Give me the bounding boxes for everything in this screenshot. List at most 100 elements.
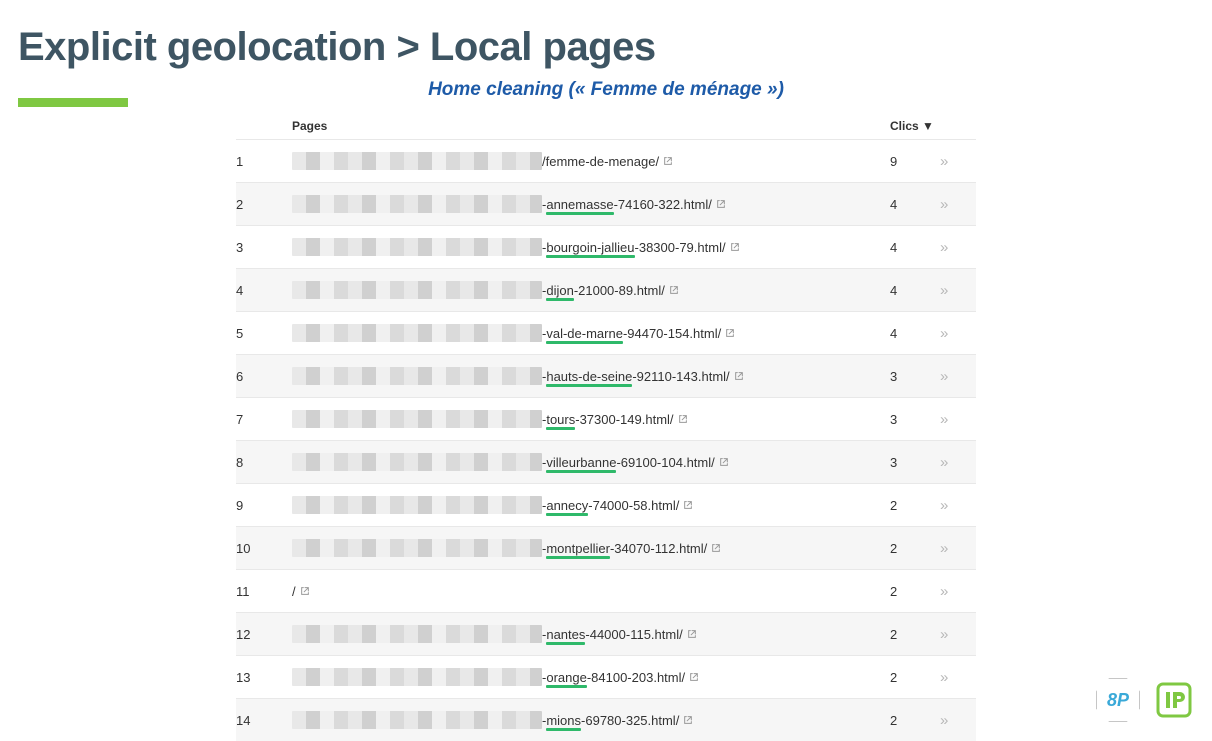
table-row: 4-dijon-21000-89.html/4» — [236, 268, 976, 311]
page-url-text[interactable]: -annecy-74000-58.html/ — [542, 498, 679, 513]
logo-8p: 8P — [1096, 678, 1140, 722]
page-url-cell[interactable]: -hauts-de-seine-92110-143.html/ — [292, 367, 890, 385]
page-url-cell[interactable]: -bourgoin-jallieu-38300-79.html/ — [292, 238, 890, 256]
external-link-icon[interactable] — [725, 328, 735, 338]
page-url-cell[interactable]: -montpellier-34070-112.html/ — [292, 539, 890, 557]
highlight-underline — [546, 513, 588, 516]
subtitle: Home cleaning (« Femme de ménage ») — [0, 79, 1212, 101]
redacted-segment — [292, 539, 542, 557]
expand-row-icon[interactable]: » — [940, 454, 976, 471]
highlight-underline — [546, 341, 623, 344]
table-row: 11/2» — [236, 569, 976, 612]
clics-value: 4 — [890, 197, 940, 212]
page-url-cell[interactable]: -villeurbanne-69100-104.html/ — [292, 453, 890, 471]
clics-value: 2 — [890, 670, 940, 685]
row-index: 6 — [236, 369, 292, 384]
external-link-icon[interactable] — [683, 715, 693, 725]
clics-value: 9 — [890, 154, 940, 169]
page-url-text[interactable]: -annemasse-74160-322.html/ — [542, 197, 712, 212]
col-header-pages[interactable]: Pages — [292, 119, 890, 133]
redacted-segment — [292, 496, 542, 514]
external-link-icon[interactable] — [689, 672, 699, 682]
expand-row-icon[interactable]: » — [940, 669, 976, 686]
page-url-cell[interactable]: -annecy-74000-58.html/ — [292, 496, 890, 514]
page-url-text[interactable]: -bourgoin-jallieu-38300-79.html/ — [542, 240, 726, 255]
page-url-text[interactable]: -val-de-marne-94470-154.html/ — [542, 326, 721, 341]
expand-row-icon[interactable]: » — [940, 411, 976, 428]
expand-row-icon[interactable]: » — [940, 540, 976, 557]
external-link-icon[interactable] — [678, 414, 688, 424]
table-row: 3-bourgoin-jallieu-38300-79.html/4» — [236, 225, 976, 268]
row-index: 13 — [236, 670, 292, 685]
expand-row-icon[interactable]: » — [940, 626, 976, 643]
highlight-underline — [546, 427, 575, 430]
row-index: 8 — [236, 455, 292, 470]
clics-value: 2 — [890, 584, 940, 599]
expand-row-icon[interactable]: » — [940, 583, 976, 600]
page-url-cell[interactable]: -nantes-44000-115.html/ — [292, 625, 890, 643]
expand-row-icon[interactable]: » — [940, 153, 976, 170]
page-url-text[interactable]: -dijon-21000-89.html/ — [542, 283, 665, 298]
expand-row-icon[interactable]: » — [940, 368, 976, 385]
highlight-underline — [546, 255, 634, 258]
expand-row-icon[interactable]: » — [940, 239, 976, 256]
highlight-underline — [546, 384, 632, 387]
pages-table: Pages Clics ▼ 1/femme-de-menage/9»2-anne… — [236, 113, 976, 741]
page-url-cell[interactable]: -orange-84100-203.html/ — [292, 668, 890, 686]
clics-value: 4 — [890, 240, 940, 255]
redacted-segment — [292, 625, 542, 643]
highlight-underline — [546, 556, 610, 559]
page-url-text[interactable]: -villeurbanne-69100-104.html/ — [542, 455, 715, 470]
page-url-text[interactable]: -nantes-44000-115.html/ — [542, 627, 683, 642]
col-header-clics[interactable]: Clics ▼ — [890, 119, 940, 133]
page-url-text[interactable]: -montpellier-34070-112.html/ — [542, 541, 707, 556]
table-row: 2-annemasse-74160-322.html/4» — [236, 182, 976, 225]
page-url-text[interactable]: -hauts-de-seine-92110-143.html/ — [542, 369, 730, 384]
external-link-icon[interactable] — [711, 543, 721, 553]
page-url-text[interactable]: / — [292, 584, 296, 599]
page-url-cell[interactable]: -val-de-marne-94470-154.html/ — [292, 324, 890, 342]
external-link-icon[interactable] — [669, 285, 679, 295]
external-link-icon[interactable] — [663, 156, 673, 166]
clics-value: 2 — [890, 627, 940, 642]
row-index: 14 — [236, 713, 292, 728]
external-link-icon[interactable] — [716, 199, 726, 209]
clics-value: 4 — [890, 326, 940, 341]
page-url-cell[interactable]: -annemasse-74160-322.html/ — [292, 195, 890, 213]
redacted-segment — [292, 711, 542, 729]
redacted-segment — [292, 238, 542, 256]
expand-row-icon[interactable]: » — [940, 282, 976, 299]
clics-value: 3 — [890, 412, 940, 427]
page-url-text[interactable]: -orange-84100-203.html/ — [542, 670, 685, 685]
table-row: 1/femme-de-menage/9» — [236, 139, 976, 182]
expand-row-icon[interactable]: » — [940, 196, 976, 213]
external-link-icon[interactable] — [300, 586, 310, 596]
external-link-icon[interactable] — [719, 457, 729, 467]
page-url-cell[interactable]: / — [292, 584, 890, 599]
page-title: Explicit geolocation > Local pages — [0, 0, 1212, 80]
page-url-text[interactable]: /femme-de-menage/ — [542, 154, 659, 169]
footer-logos: 8P — [1096, 678, 1194, 722]
expand-row-icon[interactable]: » — [940, 712, 976, 729]
redacted-segment — [292, 410, 542, 428]
page-url-cell[interactable]: /femme-de-menage/ — [292, 152, 890, 170]
table-row: 9-annecy-74000-58.html/2» — [236, 483, 976, 526]
page-url-cell[interactable]: -mions-69780-325.html/ — [292, 711, 890, 729]
row-index: 7 — [236, 412, 292, 427]
redacted-segment — [292, 367, 542, 385]
external-link-icon[interactable] — [683, 500, 693, 510]
expand-row-icon[interactable]: » — [940, 497, 976, 514]
page-url-text[interactable]: -mions-69780-325.html/ — [542, 713, 679, 728]
external-link-icon[interactable] — [687, 629, 697, 639]
expand-row-icon[interactable]: » — [940, 325, 976, 342]
external-link-icon[interactable] — [734, 371, 744, 381]
page-url-cell[interactable]: -tours-37300-149.html/ — [292, 410, 890, 428]
clics-value: 4 — [890, 283, 940, 298]
page-url-text[interactable]: -tours-37300-149.html/ — [542, 412, 674, 427]
table-row: 12-nantes-44000-115.html/2» — [236, 612, 976, 655]
table-row: 5-val-de-marne-94470-154.html/4» — [236, 311, 976, 354]
page-url-cell[interactable]: -dijon-21000-89.html/ — [292, 281, 890, 299]
table-row: 7 -tours-37300-149.html/3» — [236, 397, 976, 440]
external-link-icon[interactable] — [730, 242, 740, 252]
row-index: 1 — [236, 154, 292, 169]
